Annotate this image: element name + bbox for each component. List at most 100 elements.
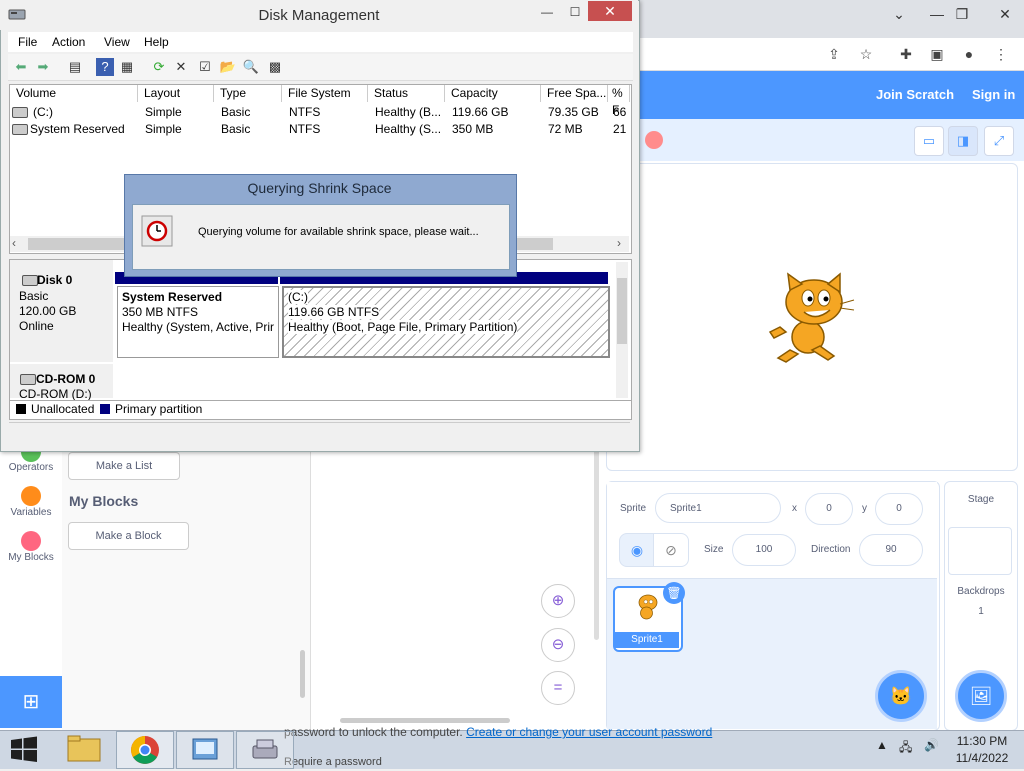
delete-icon[interactable]: ✕ (172, 58, 190, 76)
sprite-name-input[interactable]: Sprite1 (655, 493, 781, 523)
network-icon[interactable]: 🖧 (899, 738, 912, 759)
show-sprite-icon[interactable]: ◉ (619, 533, 655, 567)
table-row-cell[interactable]: 66 (609, 104, 629, 120)
col-type[interactable]: Type (214, 85, 282, 102)
backdrops-label: Backdrops (957, 586, 1005, 597)
back-arrow-icon[interactable]: ⬅ (12, 58, 30, 76)
refresh-icon[interactable]: ⟳ (150, 58, 168, 76)
table-row-cell[interactable]: NTFS (283, 104, 368, 120)
clock-date[interactable]: 11/4/2022 (952, 751, 1012, 765)
variables-category-icon[interactable] (21, 486, 41, 506)
table-row-cell[interactable]: Healthy (S... (369, 121, 445, 137)
properties-icon[interactable]: ▦ (118, 58, 136, 76)
zoom-in-icon[interactable]: ⊕ (541, 584, 575, 618)
table-row-cell[interactable]: Basic (215, 121, 282, 137)
chrome-button[interactable] (116, 731, 174, 769)
workspace-vscrollbar[interactable] (594, 440, 599, 640)
workspace-hscrollbar[interactable] (340, 718, 510, 723)
share-icon[interactable]: ⇪ (823, 44, 845, 64)
col-free-space[interactable]: Free Spa... (541, 85, 608, 102)
scroll-right-icon[interactable]: › (617, 236, 621, 250)
tab-search-icon[interactable]: ⌄ (884, 2, 914, 26)
volume-icon[interactable]: 🔊 (924, 738, 939, 752)
start-button[interactable] (10, 736, 38, 762)
check-icon[interactable]: ☑ (196, 58, 214, 76)
show-hide-console-icon[interactable]: ▤ (66, 58, 84, 76)
menu-help[interactable]: Help (144, 35, 169, 49)
table-row-cell[interactable]: Basic (215, 104, 282, 120)
disk-management-button[interactable] (236, 731, 294, 769)
file-explorer-button[interactable] (56, 731, 112, 767)
join-scratch-link[interactable]: Join Scratch (876, 87, 954, 102)
category-operators[interactable]: Operators (0, 462, 62, 473)
profile-icon[interactable]: ● (958, 44, 980, 64)
stage-thumbnail[interactable] (948, 527, 1012, 575)
side-panel-icon[interactable]: ▣ (926, 44, 948, 64)
choose-sprite-icon[interactable]: 🐱 (875, 670, 927, 722)
browser-menu-icon[interactable]: ⋮ (990, 44, 1012, 64)
col-layout[interactable]: Layout (138, 85, 214, 102)
stop-icon[interactable] (645, 131, 663, 149)
sign-in-link[interactable]: Sign in (972, 87, 1015, 102)
col-capacity[interactable]: Capacity (445, 85, 541, 102)
small-stage-icon[interactable]: ▭ (914, 126, 944, 156)
table-row-cell[interactable]: 72 MB (542, 121, 608, 137)
bookmark-star-icon[interactable]: ☆ (855, 44, 877, 64)
menu-view[interactable]: View (104, 35, 130, 49)
make-list-button[interactable]: Make a List (68, 452, 180, 480)
table-row-cell[interactable]: 350 MB (446, 121, 541, 137)
dm-close-icon[interactable]: ✕ (588, 1, 632, 21)
control-panel-button[interactable] (176, 731, 234, 769)
table-row-cell[interactable]: 21 (609, 121, 629, 137)
open-folder-icon[interactable]: 📂 (219, 58, 237, 76)
make-block-button[interactable]: Make a Block (68, 522, 189, 550)
unallocated-swatch (16, 404, 26, 414)
x-input[interactable]: 0 (805, 493, 853, 525)
choose-backdrop-icon[interactable]: 🖼 (955, 670, 1007, 722)
explore-icon[interactable]: 🔍 (242, 58, 260, 76)
table-row-cell[interactable]: Simple (139, 121, 214, 137)
my-blocks-category-icon[interactable] (21, 531, 41, 551)
col-status[interactable]: Status (368, 85, 445, 102)
table-row-cell[interactable]: System Reserved (24, 121, 137, 137)
help-icon[interactable]: ? (96, 58, 114, 76)
col-file-system[interactable]: File System (282, 85, 368, 102)
close-icon[interactable]: ✕ (990, 2, 1020, 26)
hide-sprite-icon[interactable]: ⊘ (653, 533, 689, 567)
table-row-cell[interactable]: Healthy (B... (369, 104, 445, 120)
add-extension-button[interactable]: ⊞ (0, 676, 62, 728)
forward-arrow-icon[interactable]: ➡ (34, 58, 52, 76)
zoom-reset-button[interactable]: = (541, 671, 575, 705)
scroll-left-icon[interactable]: ‹ (12, 236, 16, 250)
create-password-link[interactable]: Create or change your user account passw… (466, 725, 712, 739)
show-hidden-icons[interactable]: ▲ (876, 738, 888, 752)
table-row-cell[interactable]: NTFS (283, 121, 368, 137)
dm-maximize-icon[interactable]: ☐ (561, 2, 589, 22)
rescan-icon[interactable]: ▩ (266, 58, 284, 76)
clock-time[interactable]: 11:30 PM (952, 734, 1012, 748)
restore-icon[interactable]: ❐ (947, 2, 977, 26)
extensions-icon[interactable]: ✚ (895, 44, 917, 64)
scratch-cat-sprite[interactable] (768, 272, 856, 364)
menu-action[interactable]: Action (52, 35, 85, 49)
zoom-out-icon[interactable]: ⊖ (541, 628, 575, 662)
fullscreen-icon[interactable]: ⤢ (984, 126, 1014, 156)
col-percent-free[interactable]: % F (608, 85, 630, 117)
disk0-state: Online (19, 319, 54, 333)
size-input[interactable]: 100 (732, 534, 796, 566)
table-row-cell[interactable]: Simple (139, 104, 214, 120)
table-row-cell[interactable]: (C:) (27, 104, 137, 120)
category-my-blocks[interactable]: My Blocks (0, 552, 62, 563)
menu-file[interactable]: File (18, 35, 37, 49)
y-input[interactable]: 0 (875, 493, 923, 525)
category-variables[interactable]: Variables (0, 507, 62, 518)
palette-scrollbar[interactable] (300, 650, 305, 698)
dm-minimize-icon[interactable]: — (533, 2, 561, 22)
direction-input[interactable]: 90 (859, 534, 923, 566)
disk-vscroll-thumb[interactable] (617, 278, 627, 344)
normal-stage-icon[interactable]: ◨ (948, 126, 978, 156)
delete-sprite-icon[interactable]: 🗑 (663, 582, 685, 604)
table-row-cell[interactable]: 79.35 GB (542, 104, 608, 120)
table-row-cell[interactable]: 119.66 GB (446, 104, 541, 120)
col-volume[interactable]: Volume (10, 85, 138, 102)
